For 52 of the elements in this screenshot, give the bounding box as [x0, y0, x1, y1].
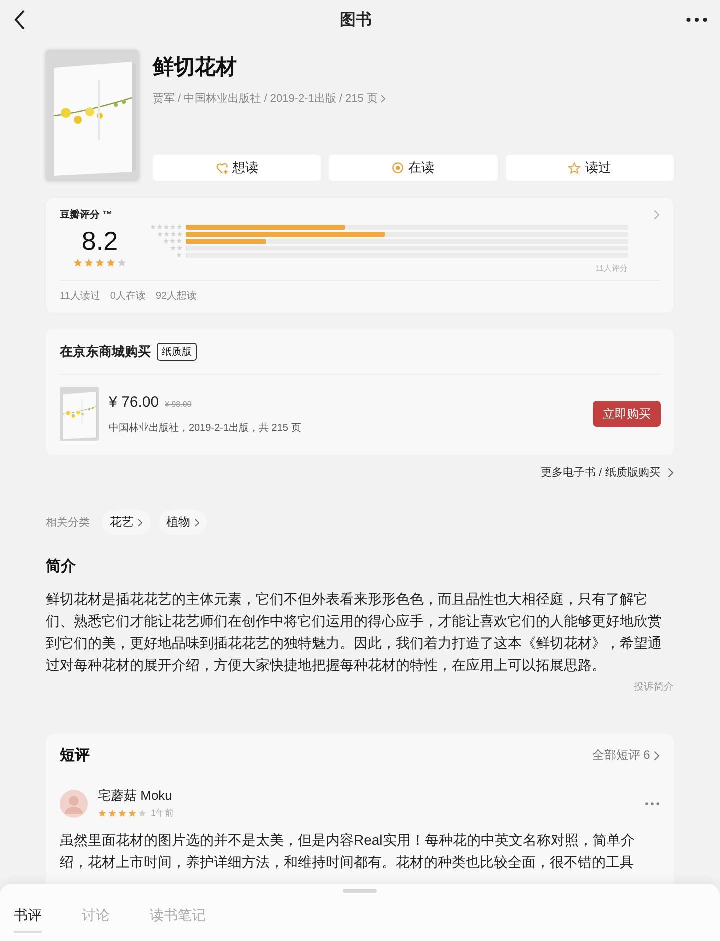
- chevron-right-icon: [654, 210, 660, 220]
- reader-stat: 92人想读: [156, 290, 198, 303]
- chevron-right-icon: [380, 94, 386, 102]
- category-chip[interactable]: 植物: [158, 510, 208, 535]
- star-icon: [568, 162, 582, 174]
- star-icon: [106, 258, 116, 268]
- tab[interactable]: 书评: [14, 907, 42, 933]
- star-icon: [128, 809, 137, 818]
- reader-stat: 11人读过: [60, 290, 100, 303]
- chevron-right-icon: [194, 518, 200, 526]
- section-heading: 简介: [46, 557, 77, 576]
- star-icon: [138, 809, 147, 818]
- all-reviews-link[interactable]: 全部短评 6: [592, 747, 660, 764]
- target-icon: [392, 162, 404, 174]
- chevron-right-icon: [668, 468, 674, 478]
- more-editions-link[interactable]: 更多电子书 / 纸质版购买: [46, 465, 674, 480]
- chevron-right-icon: [138, 518, 143, 526]
- chevron-right-icon: [654, 750, 660, 760]
- category-chip[interactable]: 花艺: [102, 510, 151, 535]
- reader-stat: 0人在读: [110, 290, 146, 303]
- intro-text: 鲜切花材是插花花艺的主体元素，它们不但外表看来形形色色，而且品性也大相径庭，只有了解它们、熟悉它们才能让花艺师们在创作中将它们运用的得心应手，才能让喜欢它们的人能够更好地欣赏到它们的美，更好地品味到插花花艺的独特魅力。因此，我们着力打造了这本《鲜切花材》，希望通过对每种花材的展开介绍，方便大家快捷地把握每种花材的特性，在应用上可以拓展思路。: [46, 590, 663, 675]
- star-icon: [108, 809, 117, 818]
- page-title: 图书: [340, 10, 372, 30]
- star-icon: [118, 809, 127, 818]
- shelf-button[interactable]: 读过: [506, 155, 674, 181]
- more-icon[interactable]: [686, 17, 708, 23]
- book-title: 鲜切花材: [153, 55, 238, 81]
- rating-score: 8.2: [82, 225, 118, 258]
- rating-title: 豆瓣评分 ™: [60, 208, 113, 222]
- heart-plus-icon: [216, 162, 229, 174]
- avatar-icon[interactable]: [60, 790, 88, 818]
- back-icon[interactable]: [14, 10, 26, 30]
- star-icon: [84, 258, 94, 268]
- store-title: 在京东商城购买: [60, 343, 151, 361]
- star-icon: [117, 258, 127, 268]
- star-icon: [98, 809, 107, 818]
- buy-now-button[interactable]: 立即购买: [593, 401, 661, 427]
- rating-count: 11人评分: [596, 263, 628, 274]
- shelf-button[interactable]: 想读: [153, 155, 322, 181]
- original-price: ¥ 98.00: [165, 400, 192, 408]
- section-heading: 短评: [60, 746, 90, 765]
- edition-info: 中国林业出版社，2019-2-1出版，共 215 页: [109, 422, 302, 434]
- shelf-button[interactable]: 在读: [329, 155, 498, 181]
- review-time: 1年前: [151, 807, 174, 820]
- price: ¥ 76.00: [109, 394, 160, 410]
- category-label: 相关分类: [46, 516, 90, 530]
- star-icon: [73, 258, 83, 268]
- drag-handle[interactable]: [343, 889, 377, 893]
- review-text: 虽然里面花材的图片选的并不是太美，但是内容Real实用！每种花的中英文名称对照，简单介绍，花材上市时间，养护详细方法，和维持时间都有。花材的种类也比较全面，很不错的工具: [60, 831, 636, 872]
- reviewer-name[interactable]: 宅蘑菇 Moku: [98, 787, 635, 805]
- star-icon: [95, 258, 105, 268]
- edition-tag: 纸质版: [157, 343, 197, 361]
